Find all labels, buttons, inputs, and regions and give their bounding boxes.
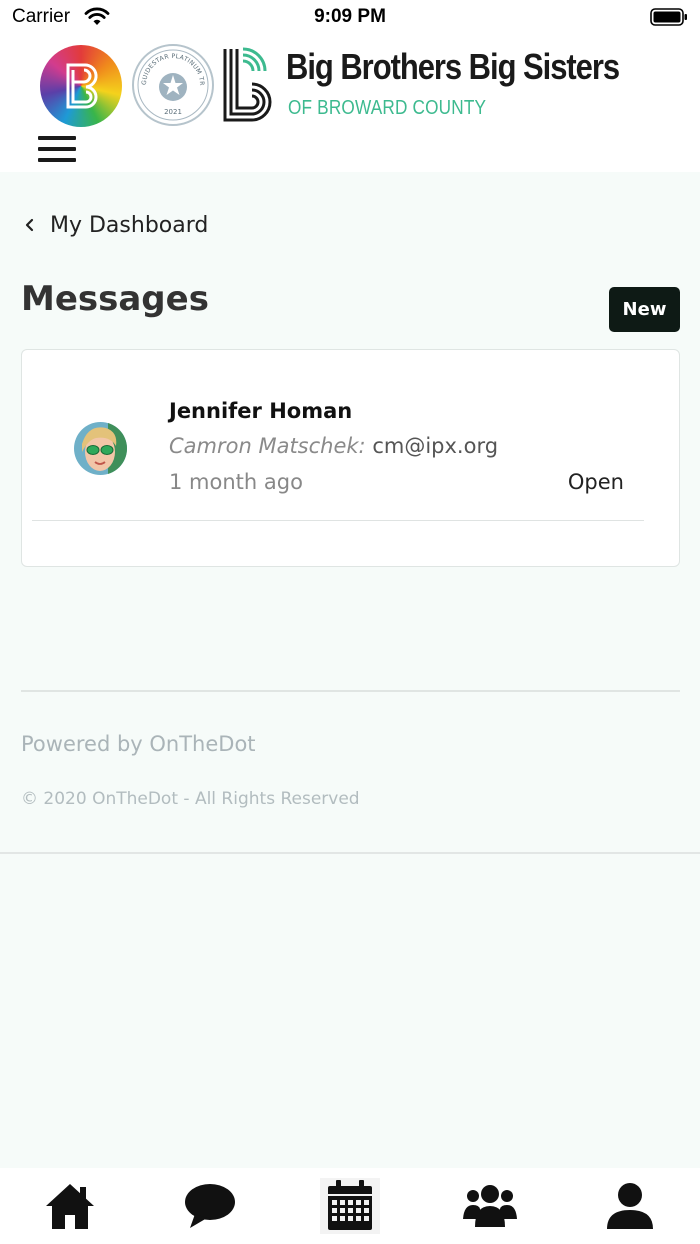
avatar xyxy=(74,422,127,475)
message-status: Open xyxy=(567,470,624,494)
calendar-icon xyxy=(328,1180,372,1230)
chevron-left-icon xyxy=(25,218,34,232)
chat-bubble-icon xyxy=(185,1184,235,1228)
tab-home[interactable] xyxy=(40,1178,100,1234)
guidestar-seal-logo[interactable]: GUIDESTAR PLATINUM TRANSPARENCY 2021 xyxy=(131,41,214,126)
message-timestamp: 1 month ago xyxy=(169,470,303,494)
seal-year: 2021 xyxy=(164,108,182,116)
new-message-button[interactable]: New xyxy=(609,287,680,332)
copyright-text: © 2020 OnTheDot - All Rights Reserved xyxy=(21,789,360,809)
message-recipient: Jennifer Homan xyxy=(169,399,353,423)
tab-groups[interactable] xyxy=(460,1178,520,1234)
users-icon xyxy=(463,1185,517,1227)
tab-profile[interactable] xyxy=(600,1178,660,1234)
status-bar: Carrier 9:09 PM xyxy=(0,0,700,36)
page-divider xyxy=(0,852,700,854)
page-title: Messages xyxy=(21,279,209,319)
message-email: cm@ipx.org xyxy=(372,434,499,458)
letter-b-mark-icon xyxy=(66,63,98,109)
tab-messages[interactable] xyxy=(180,1178,240,1234)
bottom-tab-bar xyxy=(0,1168,700,1244)
back-to-dashboard-link[interactable]: My Dashboard xyxy=(22,210,208,240)
footer-divider xyxy=(21,690,680,692)
battery-icon xyxy=(650,8,687,26)
profile-icon xyxy=(607,1183,653,1229)
tab-calendar[interactable] xyxy=(320,1178,380,1234)
org-name: Big Brothers Big Sisters xyxy=(286,46,620,87)
app-header: GUIDESTAR PLATINUM TRANSPARENCY 2021 Big… xyxy=(0,36,700,172)
back-link-label: My Dashboard xyxy=(50,212,209,238)
hamburger-menu-icon[interactable] xyxy=(38,136,76,170)
org-subtitle: OF BROWARD COUNTY xyxy=(288,97,487,119)
bbbs-logo-icon[interactable] xyxy=(222,47,280,123)
message-list-item[interactable]: Jennifer Homan Camron Matschek: cm@ipx.o… xyxy=(32,350,644,521)
message-sender: Camron Matschek: xyxy=(169,434,366,458)
home-icon xyxy=(46,1184,94,1229)
pride-logo[interactable] xyxy=(40,45,122,127)
messages-list: Jennifer Homan Camron Matschek: cm@ipx.o… xyxy=(21,349,680,567)
status-time: 9:09 PM xyxy=(314,6,386,27)
powered-by-text[interactable]: Powered by OnTheDot xyxy=(21,732,256,756)
message-preview: Camron Matschek: cm@ipx.org xyxy=(169,434,498,458)
